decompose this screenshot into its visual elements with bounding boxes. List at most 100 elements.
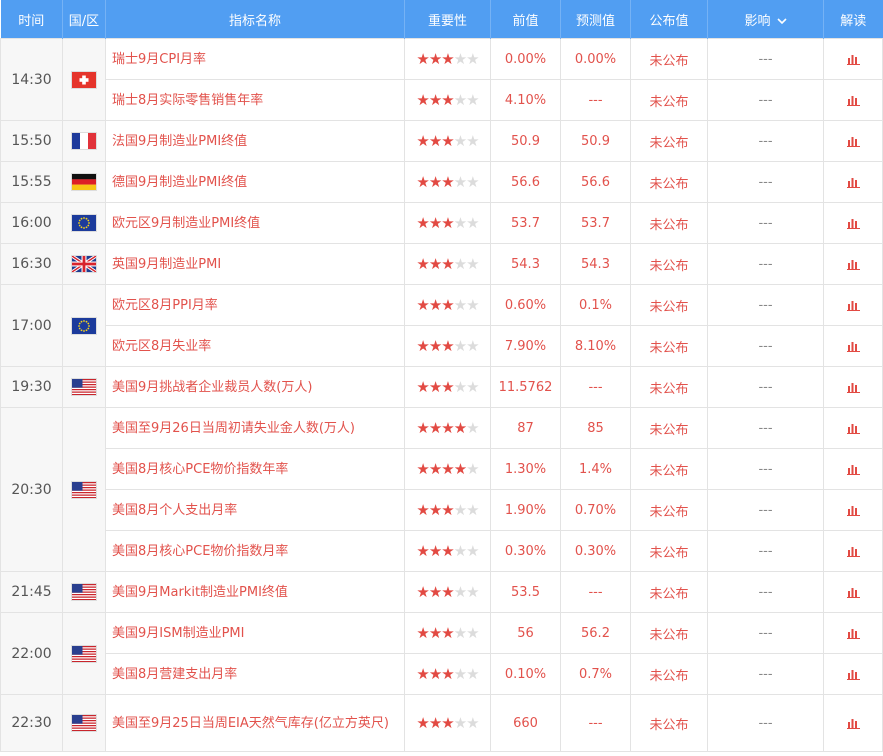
- actual-value: 未公布: [630, 448, 708, 490]
- forecast-value: 0.70%: [560, 489, 631, 531]
- star-icon: ★: [441, 378, 454, 396]
- star-icon: ★: [428, 173, 442, 191]
- star-icon: ★: [441, 255, 454, 273]
- forecast-value: ---: [560, 366, 631, 408]
- table-row: 美国8月核心PCE物价指数年率 ★★★★★ 1.30% 1.4% 未公布 ---: [1, 448, 883, 490]
- indicator-name[interactable]: 英国9月制造业PMI: [105, 243, 405, 285]
- time-cell: 19:30: [0, 366, 63, 408]
- bar-chart-icon[interactable]: [846, 380, 860, 395]
- star-icon: ★: [441, 337, 454, 355]
- indicator-name[interactable]: 欧元区8月PPI月率: [105, 284, 405, 326]
- importance-stars: ★★★★★: [404, 694, 491, 752]
- star-icon: ★: [441, 542, 454, 560]
- interpret-cell[interactable]: [823, 79, 883, 121]
- bar-chart-icon[interactable]: [846, 716, 860, 731]
- indicator-name[interactable]: 瑞士8月实际零售销售年率: [105, 79, 405, 121]
- star-icon: ★: [428, 542, 442, 560]
- table-row: 21:45 美国9月Markit制造业PMI终值 ★★★★★ 53.5 --- 未公布 --…: [0, 571, 883, 613]
- indicator-name[interactable]: 美国8月核心PCE物价指数月率: [105, 530, 405, 572]
- interpret-cell[interactable]: [823, 243, 883, 285]
- impact-value: ---: [707, 202, 824, 244]
- uk-flag-icon: [71, 254, 97, 274]
- time-cell: 16:00: [0, 202, 63, 244]
- star-icon: ★: [416, 542, 429, 560]
- indicator-name[interactable]: 美国至9月26日当周初请失业金人数(万人): [105, 407, 405, 449]
- interpret-cell[interactable]: [823, 202, 883, 244]
- interpret-cell[interactable]: [823, 530, 883, 572]
- forecast-value: 54.3: [560, 243, 631, 285]
- star-icon: ★: [428, 460, 442, 478]
- interpret-cell[interactable]: [823, 161, 883, 203]
- indicator-name[interactable]: 美国9月Markit制造业PMI终值: [105, 571, 405, 613]
- forecast-value: 56.2: [560, 612, 631, 654]
- indicator-name[interactable]: 德国9月制造业PMI终值: [105, 161, 405, 203]
- star-icon: ★: [466, 214, 479, 232]
- header-row: 时间 国/区 指标名称 重要性 前值 预测值 公布值 影响 解读: [0, 0, 883, 39]
- star-icon: ★: [453, 624, 467, 642]
- bar-chart-icon[interactable]: [846, 134, 860, 149]
- interpret-cell[interactable]: [823, 571, 883, 613]
- table-row: 美国8月营建支出月率 ★★★★★ 0.10% 0.7% 未公布 ---: [1, 653, 883, 695]
- bar-chart-icon[interactable]: [846, 503, 860, 518]
- bar-chart-icon[interactable]: [846, 667, 860, 682]
- indicator-name[interactable]: 欧元区9月制造业PMI终值: [105, 202, 405, 244]
- bar-chart-icon[interactable]: [846, 216, 860, 231]
- bar-chart-icon[interactable]: [846, 626, 860, 641]
- indicator-name[interactable]: 美国8月个人支出月率: [105, 489, 405, 531]
- bar-chart-icon[interactable]: [846, 339, 860, 354]
- indicator-name[interactable]: 美国至9月25日当周EIA天然气库存(亿立方英尺): [105, 694, 405, 752]
- bar-chart-icon[interactable]: [846, 298, 860, 313]
- interpret-cell[interactable]: [823, 407, 883, 449]
- bar-chart-icon[interactable]: [846, 257, 860, 272]
- indicator-name[interactable]: 美国8月营建支出月率: [105, 653, 405, 695]
- indicator-name[interactable]: 美国9月ISM制造业PMI: [105, 612, 405, 654]
- interpret-cell[interactable]: [823, 120, 883, 162]
- bar-chart-icon[interactable]: [846, 462, 860, 477]
- chevron-down-icon[interactable]: [776, 17, 787, 28]
- importance-stars: ★★★★★: [404, 202, 491, 244]
- interpret-cell[interactable]: [823, 653, 883, 695]
- time-cell: 20:30: [0, 407, 63, 572]
- indicator-name[interactable]: 欧元区8月失业率: [105, 325, 405, 367]
- bar-chart-icon[interactable]: [846, 175, 860, 190]
- table-row: 14:30 瑞士9月CPI月率 ★★★★★ 0.00% 0.00% 未公布 ---: [0, 38, 883, 121]
- star-icon: ★: [441, 214, 454, 232]
- interpret-cell[interactable]: [823, 694, 883, 752]
- bar-chart-icon[interactable]: [846, 421, 860, 436]
- star-icon: ★: [453, 665, 467, 683]
- header-impact[interactable]: 影响: [707, 0, 824, 39]
- forecast-value: ---: [560, 571, 631, 613]
- interpret-cell[interactable]: [823, 38, 883, 80]
- previous-value: 54.3: [490, 243, 561, 285]
- interpret-cell[interactable]: [823, 325, 883, 367]
- interpret-cell[interactable]: [823, 284, 883, 326]
- us-flag-icon: [72, 584, 96, 600]
- impact-value: ---: [707, 38, 824, 80]
- interpret-cell[interactable]: [823, 448, 883, 490]
- bar-chart-icon[interactable]: [846, 93, 860, 108]
- importance-stars: ★★★★★: [404, 366, 491, 408]
- star-icon: ★: [466, 460, 479, 478]
- star-icon: ★: [466, 583, 479, 601]
- importance-stars: ★★★★★: [404, 325, 491, 367]
- impact-value: ---: [707, 407, 824, 449]
- impact-value: ---: [707, 325, 824, 367]
- indicator-name[interactable]: 美国8月核心PCE物价指数年率: [105, 448, 405, 490]
- bar-chart-icon[interactable]: [846, 52, 860, 67]
- interpret-cell[interactable]: [823, 366, 883, 408]
- previous-value: 4.10%: [490, 79, 561, 121]
- previous-value: 1.90%: [490, 489, 561, 531]
- indicator-name[interactable]: 瑞士9月CPI月率: [105, 38, 405, 80]
- actual-value: 未公布: [630, 694, 708, 752]
- star-icon: ★: [453, 255, 467, 273]
- interpret-cell[interactable]: [823, 489, 883, 531]
- bar-chart-icon[interactable]: [846, 544, 860, 559]
- star-icon: ★: [466, 91, 479, 109]
- indicator-name[interactable]: 美国9月挑战者企业裁员人数(万人): [105, 366, 405, 408]
- impact-value: ---: [707, 653, 824, 695]
- star-icon: ★: [466, 378, 479, 396]
- interpret-cell[interactable]: [823, 612, 883, 654]
- bar-chart-icon[interactable]: [846, 585, 860, 600]
- star-icon: ★: [428, 624, 442, 642]
- indicator-name[interactable]: 法国9月制造业PMI终值: [105, 120, 405, 162]
